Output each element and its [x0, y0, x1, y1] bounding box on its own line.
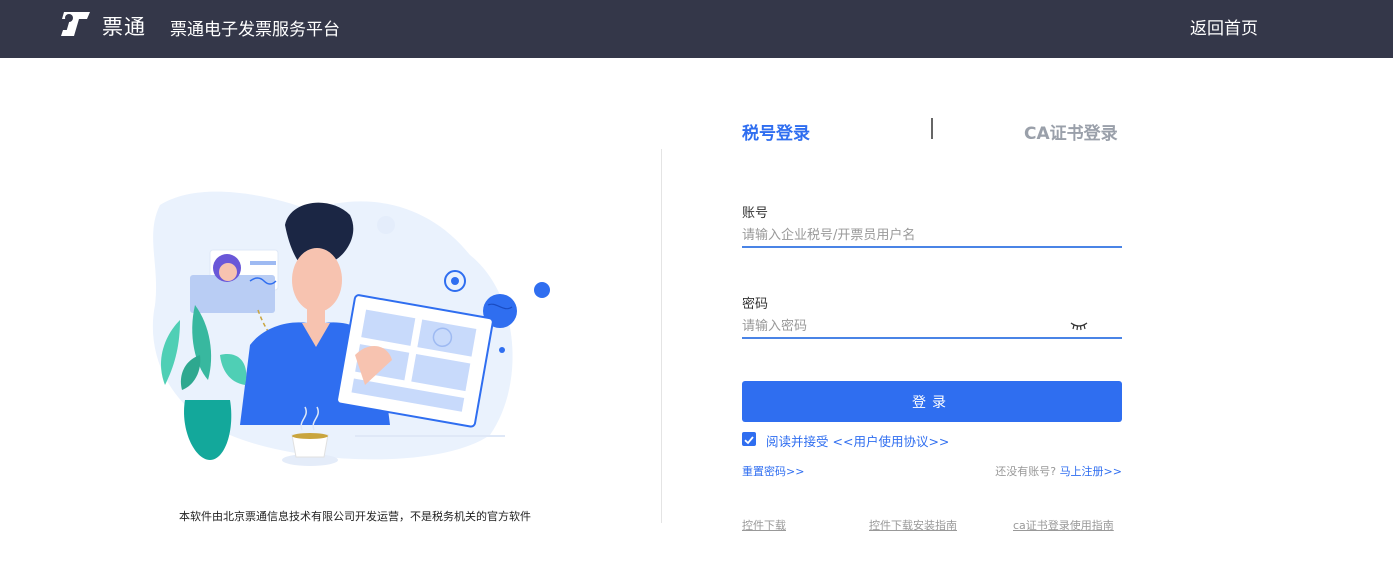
tab-separator: [931, 118, 933, 139]
disclaimer-text: 本软件由北京票通信息技术有限公司开发运营，不是税务机关的官方软件: [179, 510, 531, 523]
password-input[interactable]: [742, 315, 1122, 339]
platform-title: 票通电子发票服务平台: [170, 20, 340, 40]
piaotong-logo-icon: [61, 12, 90, 36]
password-label: 密码: [742, 297, 769, 312]
no-account-text: 还没有账号?: [995, 465, 1057, 478]
reset-password-link[interactable]: 重置密码>>: [742, 463, 804, 479]
brand-name: 票通: [102, 15, 146, 39]
account-label: 账号: [742, 206, 769, 221]
closed-eye-icon[interactable]: [1070, 319, 1088, 331]
account-input[interactable]: [742, 224, 1122, 248]
tab-tax-number-login[interactable]: 税号登录: [742, 119, 810, 144]
top-bar: 票通 票通电子发票服务平台 返回首页: [0, 0, 1393, 58]
checkmark-icon: [744, 436, 754, 445]
plugin-install-guide-link[interactable]: 控件下载安装指南: [869, 517, 957, 533]
agree-prefix: 阅读并接受: [766, 434, 829, 449]
agree-checkbox[interactable]: [742, 432, 756, 446]
return-home-link[interactable]: 返回首页: [1190, 14, 1258, 39]
login-button[interactable]: 登录: [742, 381, 1122, 422]
user-agreement-link[interactable]: <<用户使用协议>>: [833, 434, 950, 449]
ca-login-guide-link[interactable]: ca证书登录使用指南: [1013, 517, 1114, 533]
no-account-row: 还没有账号? 马上注册>>: [995, 463, 1122, 479]
tab-ca-certificate-login[interactable]: CA证书登录: [1024, 119, 1118, 144]
register-link[interactable]: 马上注册>>: [1060, 465, 1122, 478]
login-illustration: [152, 191, 550, 466]
vertical-divider: [661, 149, 662, 523]
agree-text: 阅读并接受 <<用户使用协议>>: [766, 431, 949, 450]
plugin-download-link[interactable]: 控件下载: [742, 517, 786, 533]
